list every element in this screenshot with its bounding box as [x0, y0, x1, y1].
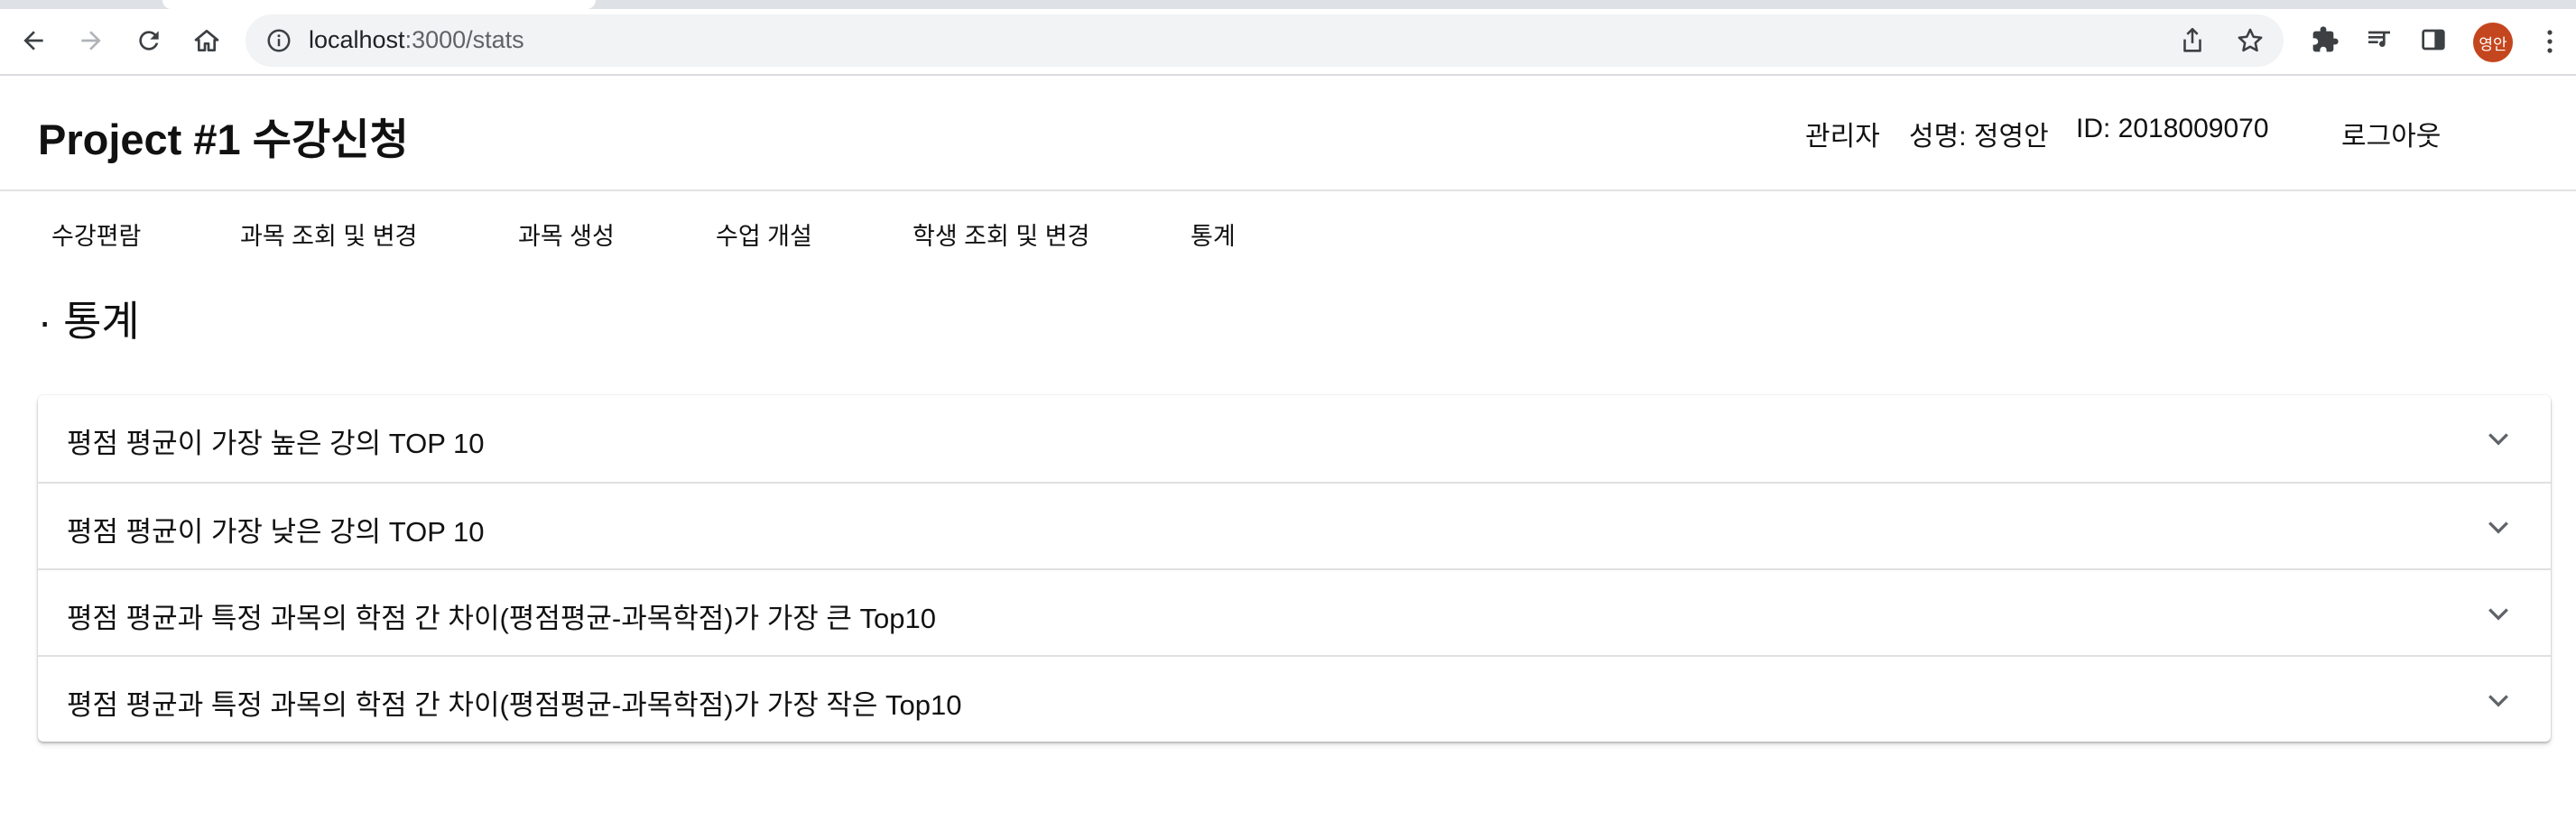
chevron-down-icon[interactable]: [2482, 511, 2515, 543]
home-icon[interactable]: [184, 18, 229, 63]
user-id: ID: 2018009070: [2076, 114, 2269, 143]
section-title: · 통계: [38, 298, 140, 345]
browser-toolbar: localhost:3000/stats 영안: [0, 9, 2576, 76]
accordion-label: 평점 평균이 가장 낮은 강의 TOP 10: [67, 516, 485, 548]
accordion-item-lowest-gpa[interactable]: 평점 평균이 가장 낮은 강의 TOP 10: [38, 482, 2551, 568]
logout-button[interactable]: 로그아웃: [2341, 114, 2441, 153]
menu-item-course-create[interactable]: 과목 생성: [518, 217, 615, 252]
info-icon[interactable]: [265, 27, 292, 54]
sidepanel-icon[interactable]: [2415, 22, 2451, 58]
user-role: 관리자: [1805, 122, 1880, 152]
profile-avatar[interactable]: 영안: [2473, 23, 2513, 62]
menu-item-class-open[interactable]: 수업 개설: [716, 217, 812, 252]
active-tab[interactable]: [162, 0, 596, 9]
accordion-label: 평점 평균이 가장 높은 강의 TOP 10: [67, 428, 485, 459]
accordion-item-largest-diff[interactable]: 평점 평균과 특정 과목의 학점 간 차이(평점평균-과목학점)가 가장 큰 T…: [38, 568, 2551, 655]
address-bar[interactable]: localhost:3000/stats: [246, 14, 2284, 67]
accordion-label: 평점 평균과 특정 과목의 학점 간 차이(평점평균-과목학점)가 가장 큰 T…: [67, 603, 936, 634]
browser-tabstrip: [0, 0, 2576, 9]
accordion-label: 평점 평균과 특정 과목의 학점 간 차이(평점평균-과목학점)가 가장 작은 …: [67, 689, 962, 721]
star-icon[interactable]: [2235, 25, 2266, 56]
menu-item-course-edit[interactable]: 과목 조회 및 변경: [240, 217, 417, 252]
menu-item-course-catalog[interactable]: 수강편람: [51, 217, 141, 252]
url-path: :3000/stats: [404, 26, 524, 53]
share-icon[interactable]: [2177, 25, 2208, 56]
menu-item-student-edit[interactable]: 학생 조회 및 변경: [913, 217, 1089, 252]
chevron-down-icon[interactable]: [2482, 597, 2515, 630]
forward-icon[interactable]: [69, 18, 114, 63]
reload-icon[interactable]: [126, 18, 171, 63]
accordion-item-highest-gpa[interactable]: 평점 평균이 가장 높은 강의 TOP 10: [38, 395, 2551, 482]
main-menu: 수강편람 과목 조회 및 변경 과목 생성 수업 개설 학생 조회 및 변경 통…: [0, 209, 2576, 263]
chevron-down-icon[interactable]: [2482, 684, 2515, 716]
menu-item-stats[interactable]: 통계: [1191, 217, 1236, 252]
extensions-icon[interactable]: [2307, 22, 2343, 58]
back-icon[interactable]: [11, 18, 56, 63]
url-text[interactable]: localhost:3000/stats: [309, 26, 524, 54]
menu-icon[interactable]: [2536, 22, 2563, 61]
chevron-down-icon[interactable]: [2482, 422, 2515, 455]
stats-accordion: 평점 평균이 가장 높은 강의 TOP 10 평점 평균이 가장 낮은 강의 T…: [38, 395, 2551, 742]
user-name: 성명: 정영안: [1909, 122, 2049, 152]
app-title: Project #1 수강신청: [38, 115, 409, 163]
accordion-item-smallest-diff[interactable]: 평점 평균과 특정 과목의 학점 간 차이(평점평균-과목학점)가 가장 작은 …: [38, 655, 2551, 742]
url-host: localhost: [309, 26, 405, 53]
media-icon[interactable]: [2361, 22, 2397, 58]
app-header: Project #1 수강신청 관리자 성명: 정영안 ID: 20180090…: [0, 78, 2576, 191]
